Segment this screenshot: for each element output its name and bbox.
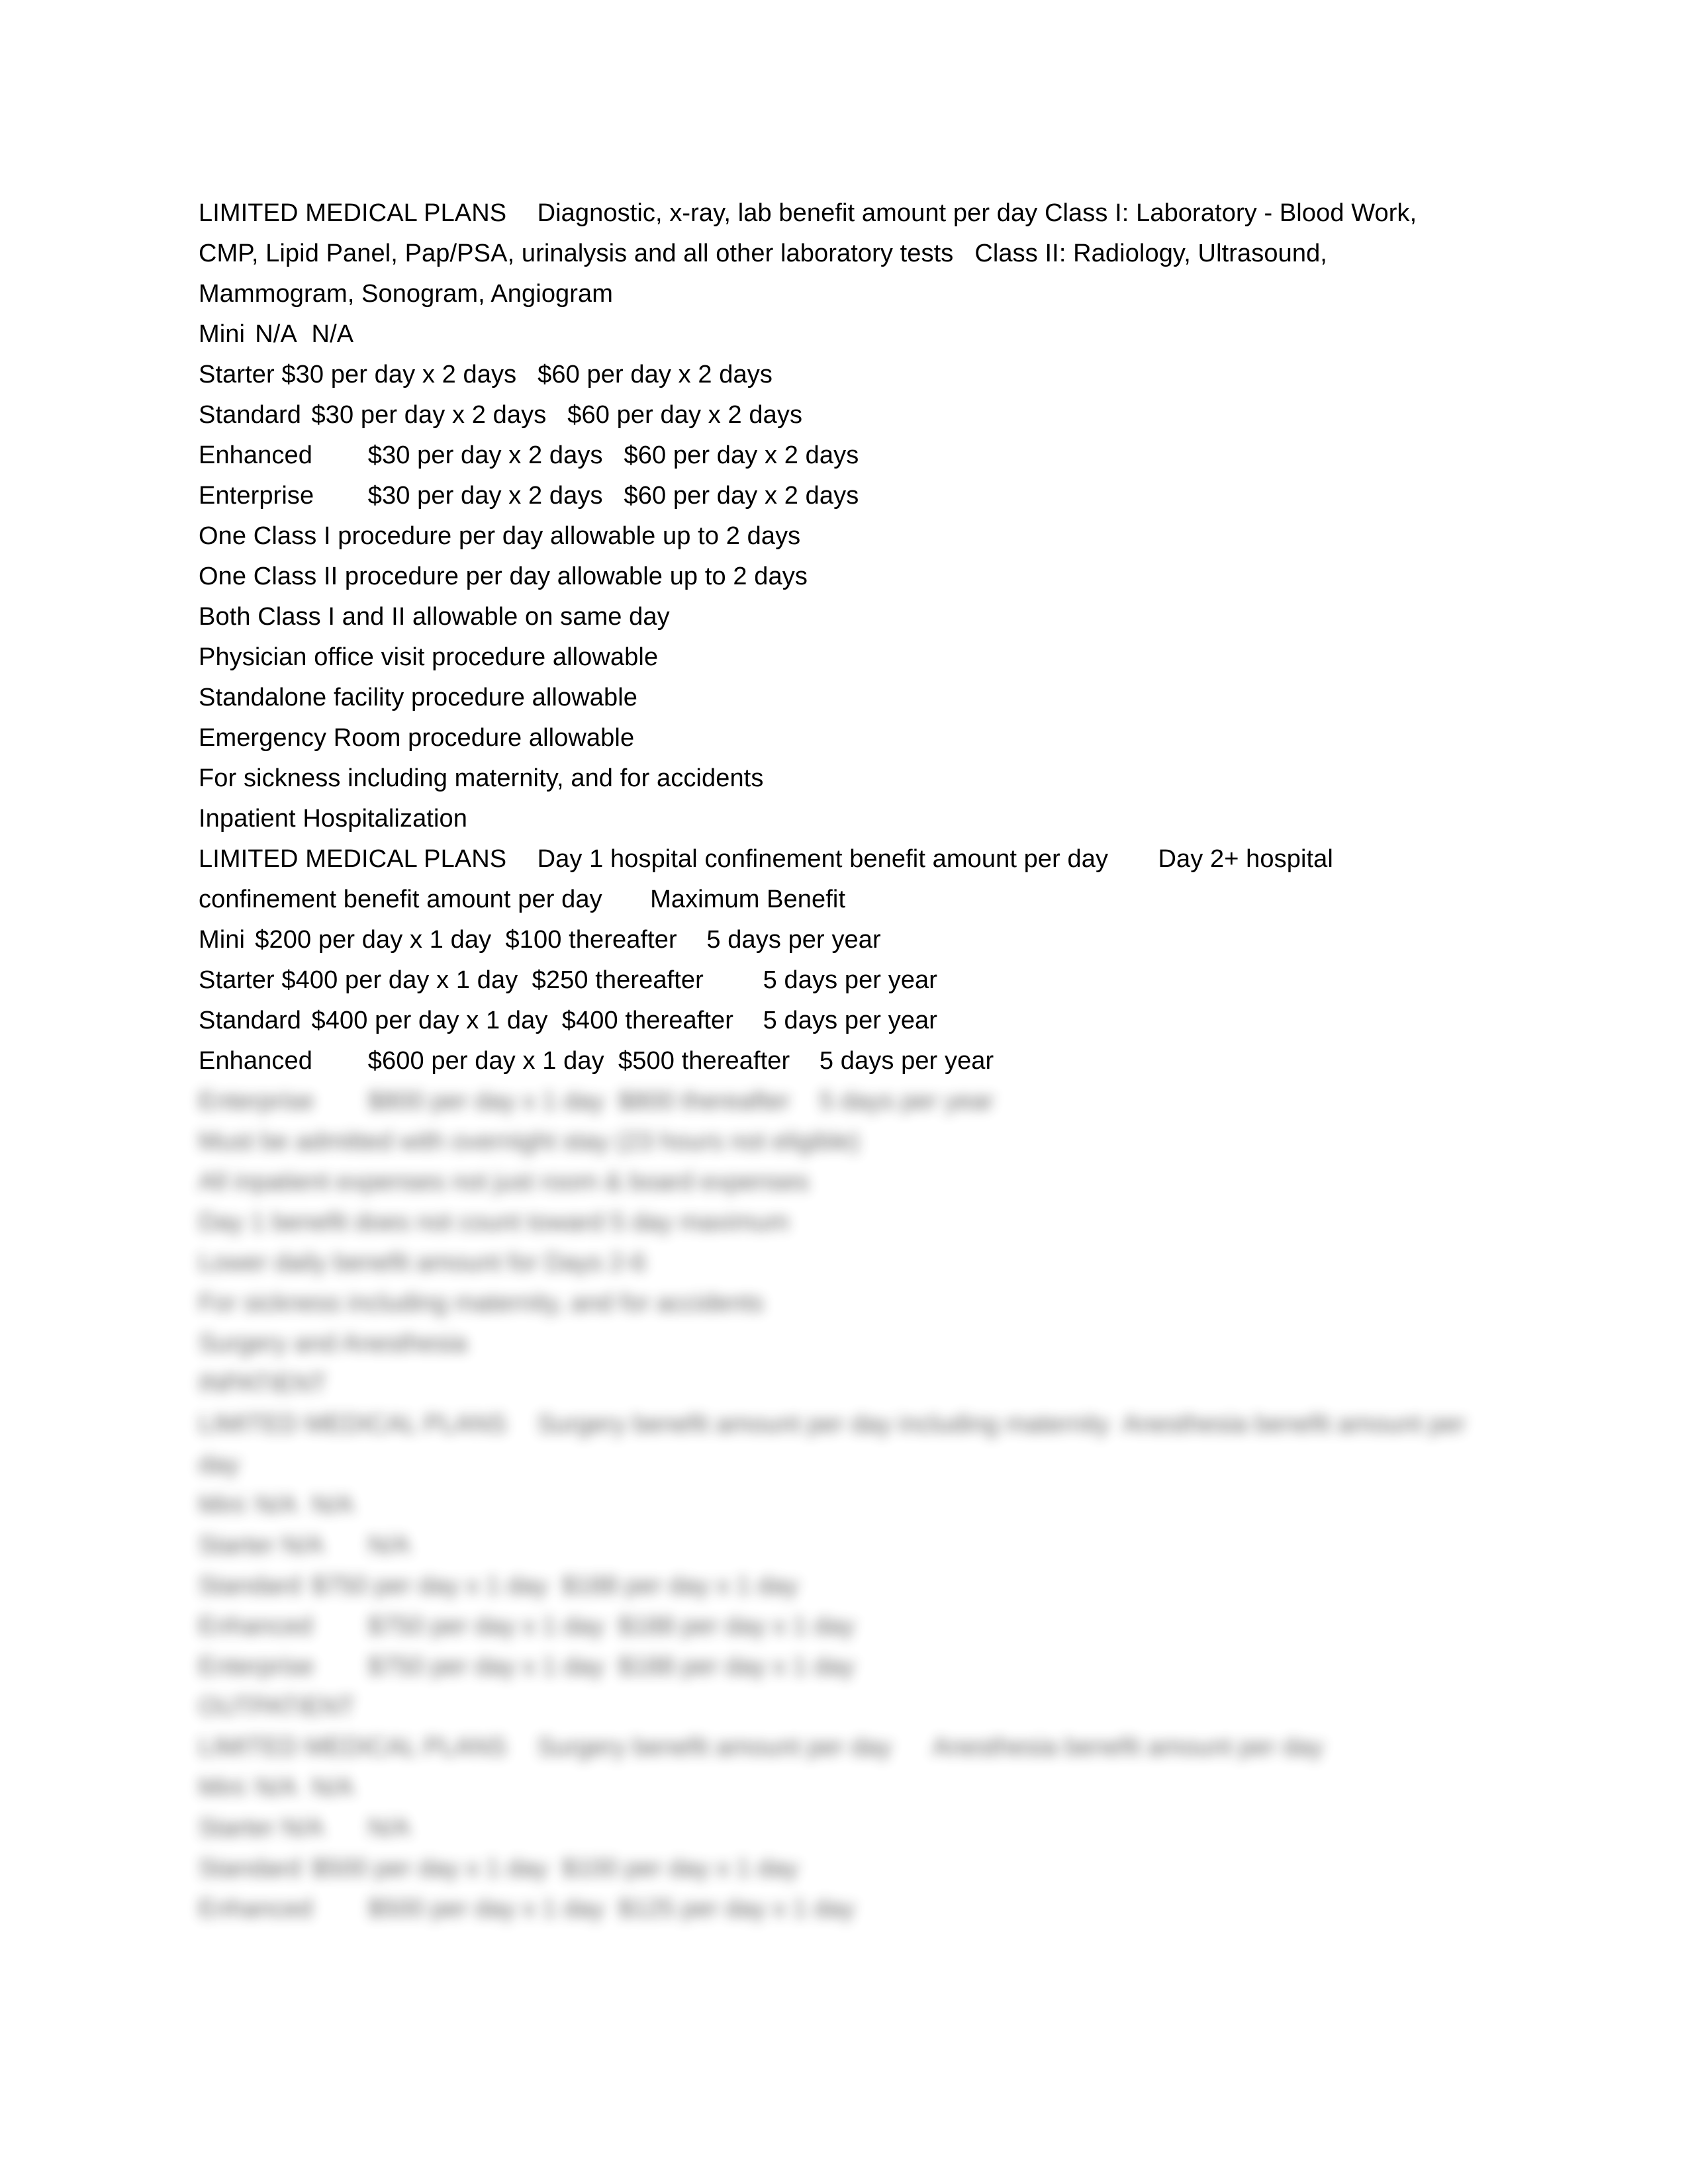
blurred-line-20: Enhanced $500 per day x 1 day $125 per d… <box>199 1895 855 1923</box>
blurred-line-17: Mini N/A N/A <box>199 1774 354 1801</box>
blurred-line-5: Lower daily benefit amount for Days 2-6 <box>199 1249 646 1277</box>
inpatient-section-title: Inpatient Hospitalization <box>199 805 467 833</box>
diagnostic-note-1: One Class I procedure per day allowable … <box>199 522 801 550</box>
document-page: LIMITED MEDICAL PLANS Diagnostic, x-ray,… <box>0 0 1688 2184</box>
diagnostic-note-2: One Class II procedure per day allowable… <box>199 563 808 590</box>
inpatient-row-mini: Mini $200 per day x 1 day $100 thereafte… <box>199 926 881 954</box>
blurred-line-2: Must be admitted with overnight stay (23… <box>199 1128 860 1156</box>
diagnostic-section-heading: LIMITED MEDICAL PLANS Diagnostic, x-ray,… <box>199 199 1424 308</box>
blurred-line-7: Surgery and Anesthesia <box>199 1330 467 1357</box>
blurred-line-15: OUTPATIENT <box>199 1693 355 1721</box>
diagnostic-row-standard: Standard $30 per day x 2 days $60 per da… <box>199 401 803 429</box>
diagnostic-note-5: Standalone facility procedure allowable <box>199 684 637 711</box>
diagnostic-note-4: Physician office visit procedure allowab… <box>199 643 659 671</box>
blurred-line-10: Mini N/A N/A <box>199 1491 354 1519</box>
diagnostic-row-starter: Starter $30 per day x 2 days $60 per day… <box>199 361 773 388</box>
diagnostic-row-mini: Mini N/A N/A <box>199 320 354 348</box>
diagnostic-note-7: For sickness including maternity, and fo… <box>199 764 764 792</box>
diagnostic-note-6: Emergency Room procedure allowable <box>199 724 635 752</box>
blurred-line-11: Starter N/A N/A <box>199 1531 410 1559</box>
legible-content-region: LIMITED MEDICAL PLANS Diagnostic, x-ray,… <box>199 193 1466 1081</box>
blurred-line-3: All inpatient expenses not just room & b… <box>199 1168 810 1196</box>
blurred-content-region: Enterprise $800 per day x 1 day $800 the… <box>199 1081 1466 1929</box>
inpatient-row-standard: Standard $400 per day x 1 day $400 there… <box>199 1007 938 1034</box>
blurred-line-19: Standard $500 per day x 1 day $100 per d… <box>199 1854 798 1882</box>
blurred-line-12: Standard $750 per day x 1 day $188 per d… <box>199 1572 798 1600</box>
inpatient-section-heading: LIMITED MEDICAL PLANS Day 1 hospital con… <box>199 845 1340 913</box>
blurred-line-14: Enterprise $750 per day x 1 day $188 per… <box>199 1653 855 1680</box>
diagnostic-row-enterprise: Enterprise $30 per day x 2 days $60 per … <box>199 482 859 510</box>
blurred-line-16: LIMITED MEDICAL PLANS Surgery benefit am… <box>199 1733 1323 1761</box>
blurred-line-18: Starter N/A N/A <box>199 1814 410 1842</box>
blurred-line-4: Day 1 benefit does not count toward 5 da… <box>199 1208 790 1236</box>
blurred-line-1: Enterprise $800 per day x 1 day $800 the… <box>199 1087 994 1115</box>
blurred-line-6: For sickness including maternity, and fo… <box>199 1289 764 1317</box>
document-text-body: LIMITED MEDICAL PLANS Diagnostic, x-ray,… <box>199 193 1466 1929</box>
blurred-line-8: INPATIENT <box>199 1370 327 1398</box>
diagnostic-note-3: Both Class I and II allowable on same da… <box>199 603 670 631</box>
blurred-line-9: LIMITED MEDICAL PLANS Surgery benefit am… <box>199 1410 1473 1479</box>
blurred-line-13: Enhanced $750 per day x 1 day $188 per d… <box>199 1612 855 1640</box>
inpatient-row-enhanced: Enhanced $600 per day x 1 day $500 there… <box>199 1047 994 1075</box>
inpatient-row-starter: Starter $400 per day x 1 day $250 therea… <box>199 966 938 994</box>
diagnostic-row-enhanced: Enhanced $30 per day x 2 days $60 per da… <box>199 441 859 469</box>
